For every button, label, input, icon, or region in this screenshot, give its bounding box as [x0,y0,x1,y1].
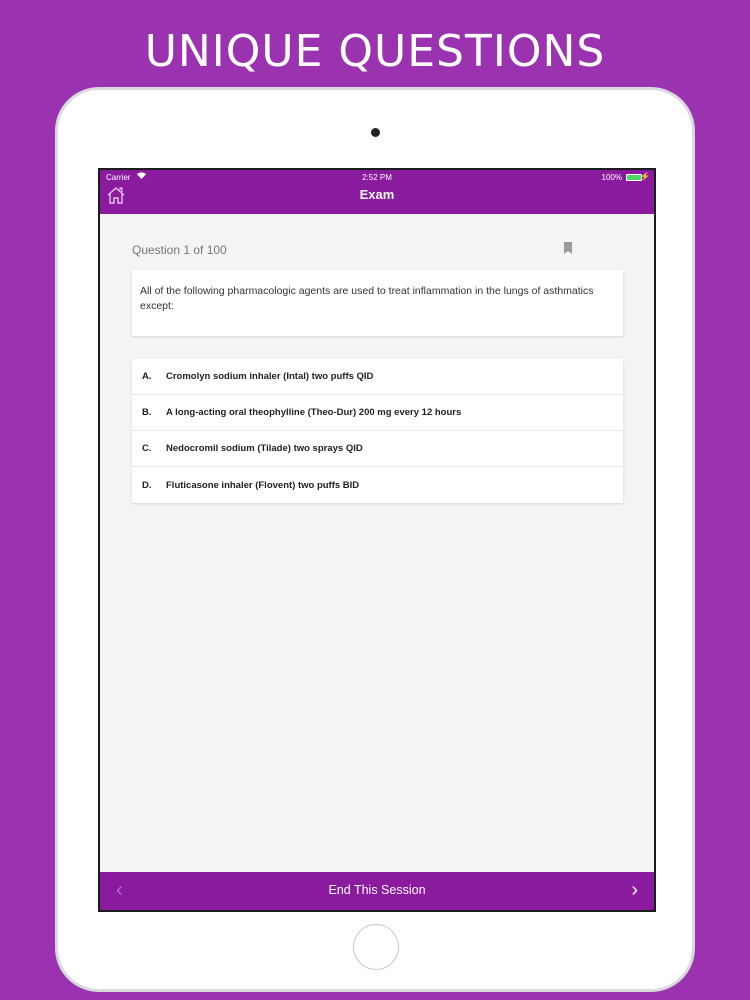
end-session-button[interactable]: End This Session [100,883,654,897]
device-home-button[interactable] [353,924,399,970]
bottom-toolbar: ‹ End This Session › [100,872,654,910]
answer-text: Fluticasone inhaler (Flovent) two puffs … [166,479,360,491]
question-card: All of the following pharmacologic agent… [132,270,623,336]
charging-icon: ⚡ [640,172,650,181]
navbar: Carrier 2:52 PM 100% ⚡ Exam [100,170,654,214]
question-counter: Question 1 of 100 [132,243,227,257]
answer-option-b[interactable]: B. A long-acting oral theophylline (Theo… [132,395,623,431]
promo-headline: UNIQUE QUESTIONS [144,26,606,77]
next-arrow-icon[interactable]: › [631,879,638,901]
bookmark-icon[interactable] [564,241,572,254]
answer-list: A. Cromolyn sodium inhaler (Intal) two p… [132,359,623,503]
answer-text: Cromolyn sodium inhaler (Intal) two puff… [166,371,374,382]
status-bar: Carrier 2:52 PM 100% ⚡ [100,172,654,183]
answer-text: A long-acting oral theophylline (Theo-Du… [166,407,462,418]
answer-option-a[interactable]: A. Cromolyn sodium inhaler (Intal) two p… [132,359,623,395]
camera-dot [371,128,380,137]
answer-option-d[interactable]: D. Fluticasone inhaler (Flovent) two puf… [132,467,623,503]
app-screen: Carrier 2:52 PM 100% ⚡ Exam Question 1 o… [98,168,656,912]
answer-letter: C. [142,443,152,454]
answer-text: Nedocromil sodium (Tilade) two sprays QI… [166,443,363,454]
answer-letter: A. [142,371,152,382]
answer-letter: B. [142,407,152,418]
tablet-frame: Carrier 2:52 PM 100% ⚡ Exam Question 1 o… [55,87,695,992]
question-text: All of the following pharmacologic agent… [140,285,594,312]
status-battery-percent: 100% [601,173,622,182]
nav-title: Exam [359,187,395,202]
answer-letter: D. [142,479,152,491]
answer-option-c[interactable]: C. Nedocromil sodium (Tilade) two sprays… [132,431,623,467]
status-time: 2:52 PM [362,173,392,182]
